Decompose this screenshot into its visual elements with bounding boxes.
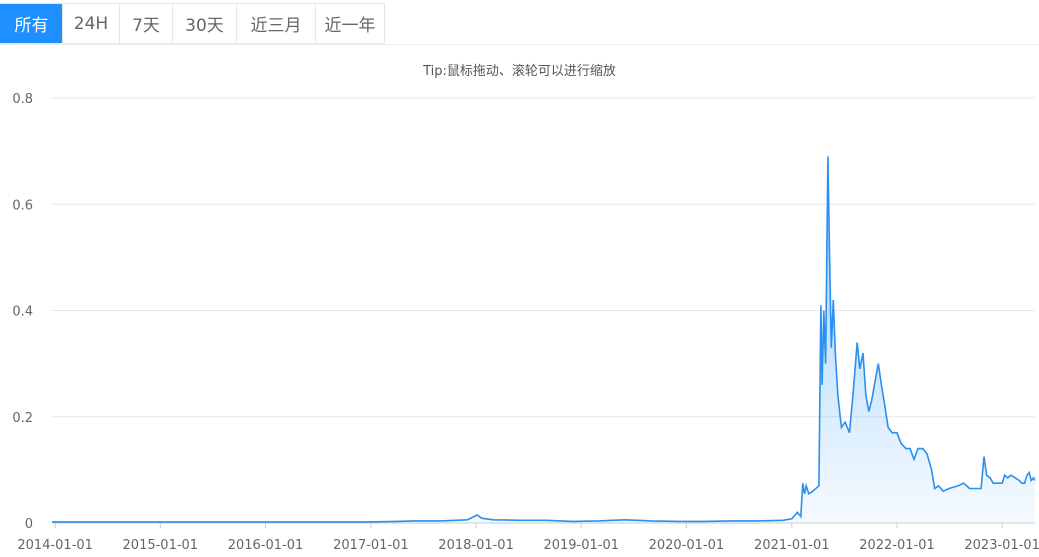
- y-tick-label: 0.2: [12, 411, 33, 426]
- x-tick-label: 2015-01-01: [123, 538, 199, 553]
- y-tick-label: 0.4: [12, 305, 33, 320]
- series-area: [52, 156, 1035, 523]
- x-tick-label: 2014-01-01: [17, 538, 93, 553]
- y-tick-label: 0: [25, 517, 33, 532]
- x-tick-label: 2018-01-01: [438, 538, 514, 553]
- x-tick-label: 2017-01-01: [333, 538, 409, 553]
- y-tick-label: 0.6: [12, 198, 33, 213]
- y-axis: 0 0.2 0.4 0.6 0.8: [12, 92, 33, 532]
- x-tick-label: 2016-01-01: [228, 538, 304, 553]
- x-tick-label: 2020-01-01: [649, 538, 725, 553]
- y-tick-label: 0.8: [12, 92, 33, 107]
- x-tick-label: 2022-01-01: [859, 538, 935, 553]
- x-axis: 2014-01-01 2015-01-01 2016-01-01 2017-01-01…: [17, 523, 1039, 553]
- x-tick-label: 2021-01-01: [754, 538, 830, 553]
- x-tick-label: 2019-01-01: [543, 538, 619, 553]
- x-tick-label: 2023-01-01: [964, 538, 1039, 553]
- price-chart[interactable]: 0 0.2 0.4 0.6 0.8 2014-01-01 2015-01-01 2016-0…: [0, 0, 1039, 557]
